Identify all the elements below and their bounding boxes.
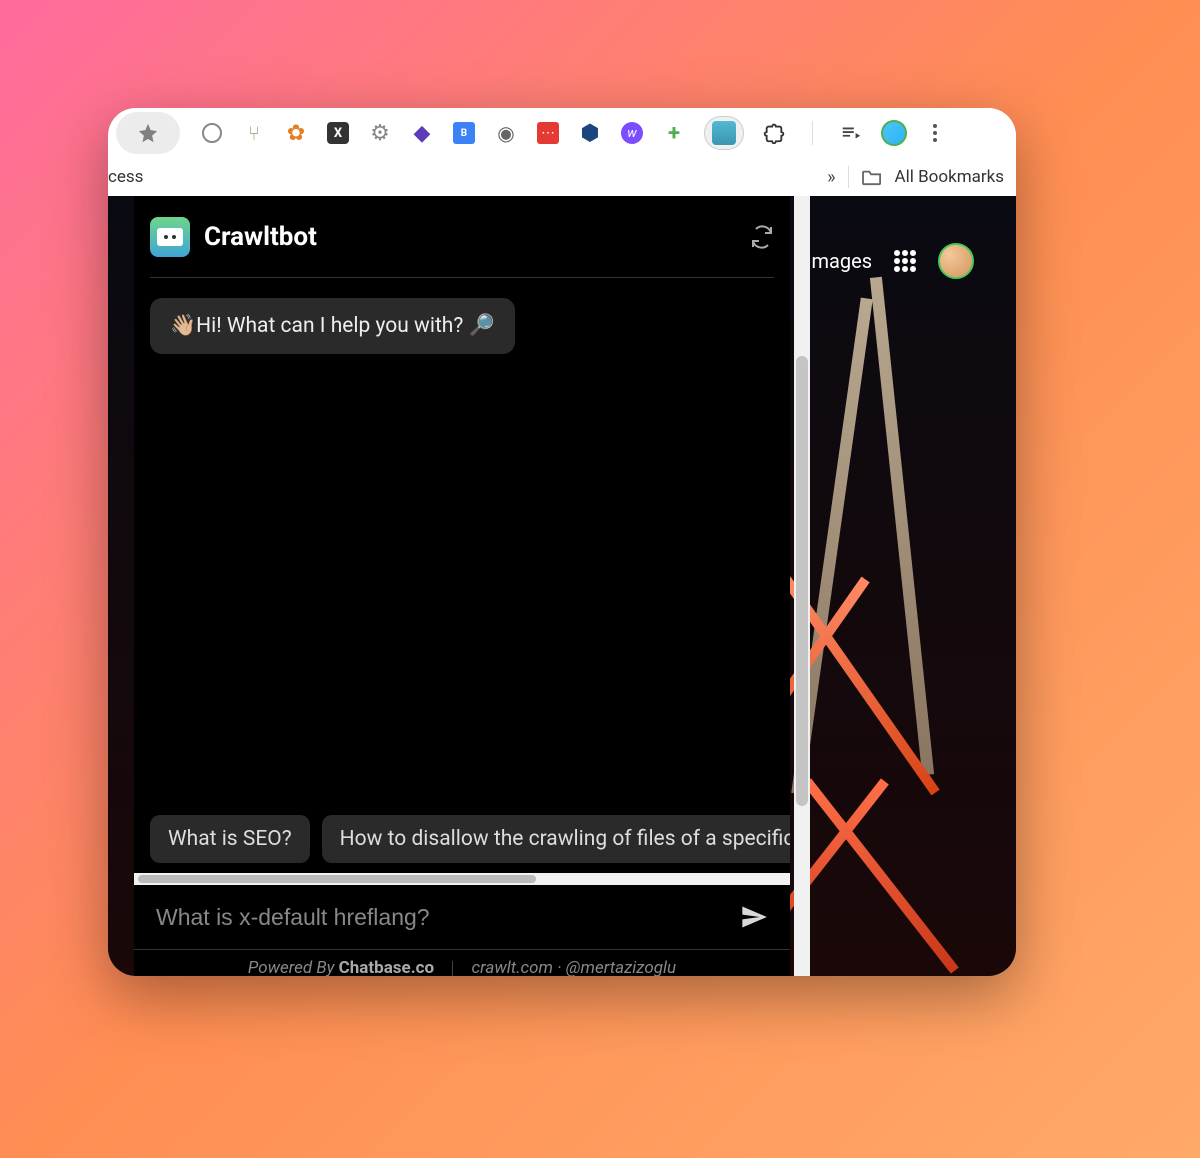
chat-header: Crawltbot bbox=[150, 210, 774, 278]
suggestion-row: What is SEO? How to disallow the crawlin… bbox=[134, 815, 790, 873]
extension-fork-icon[interactable]: ⑂ bbox=[242, 121, 266, 145]
extension-blue-icon[interactable]: B bbox=[452, 121, 476, 145]
bot-message: 👋🏼Hi! What can I help you with? 🔎 bbox=[150, 298, 515, 354]
page-header-right: Images bbox=[806, 238, 1016, 284]
extension-hex-icon[interactable]: ⬢ bbox=[578, 121, 602, 145]
suggestion-chip[interactable]: What is SEO? bbox=[150, 815, 310, 863]
extension-x-icon[interactable]: X bbox=[326, 121, 350, 145]
chat-input-row bbox=[134, 903, 790, 949]
bookmarks-overflow-icon[interactable]: » bbox=[827, 167, 835, 188]
browser-toolbar: ⑂ ✿ X ⚙ ◆ B ◉ ⋯ ⬢ w + bbox=[108, 108, 1016, 158]
separator bbox=[452, 961, 453, 976]
browser-menu-button[interactable] bbox=[925, 124, 945, 142]
profile-avatar[interactable] bbox=[881, 120, 907, 146]
extensions-row: ⑂ ✿ X ⚙ ◆ B ◉ ⋯ ⬢ w + bbox=[200, 116, 1008, 150]
suggestions-scrollbar-thumb[interactable] bbox=[138, 875, 536, 883]
extension-plus-icon[interactable]: + bbox=[662, 121, 686, 145]
send-button[interactable] bbox=[740, 903, 768, 931]
footer-chatbase-link[interactable]: Chatbase.co bbox=[339, 958, 434, 976]
chat-messages: 👋🏼Hi! What can I help you with? 🔎 bbox=[134, 278, 790, 815]
footer-crawlt-link[interactable]: crawlt.com bbox=[471, 958, 553, 976]
send-icon bbox=[740, 903, 768, 931]
refresh-button[interactable] bbox=[750, 225, 774, 249]
chat-input[interactable] bbox=[156, 904, 728, 931]
folder-icon bbox=[861, 168, 883, 186]
suggestions-scrollbar[interactable] bbox=[134, 873, 790, 885]
refresh-icon bbox=[750, 225, 774, 249]
extension-gear-icon[interactable]: ⚙ bbox=[368, 121, 392, 145]
extension-red-icon[interactable]: ⋯ bbox=[536, 121, 560, 145]
chatbot-panel: Crawltbot 👋🏼Hi! What can I help you with… bbox=[134, 196, 790, 976]
robot-icon bbox=[712, 121, 736, 145]
extension-leaf-icon[interactable]: ✿ bbox=[284, 121, 308, 145]
page-content: Images Crawltbot 👋🏼Hi! What can I help y… bbox=[108, 196, 1016, 976]
suggestion-chip[interactable]: How to disallow the crawling of files of… bbox=[322, 815, 790, 863]
page-scrollbar-thumb[interactable] bbox=[796, 356, 808, 806]
extension-pin-icon[interactable]: ◉ bbox=[494, 121, 518, 145]
star-icon bbox=[137, 122, 159, 144]
page-scrollbar[interactable] bbox=[794, 196, 810, 976]
separator bbox=[812, 121, 813, 145]
bookmark-star-button[interactable] bbox=[116, 112, 180, 154]
extension-power-icon[interactable] bbox=[200, 121, 224, 145]
extensions-menu-icon[interactable] bbox=[762, 121, 786, 145]
extension-layers-icon[interactable]: ◆ bbox=[410, 121, 434, 145]
extension-active-crawltbot[interactable] bbox=[704, 116, 744, 150]
account-avatar[interactable] bbox=[938, 243, 974, 279]
chat-title: Crawltbot bbox=[204, 222, 317, 252]
reading-list-icon[interactable] bbox=[839, 121, 863, 145]
browser-window: ⑂ ✿ X ⚙ ◆ B ◉ ⋯ ⬢ w + cess » bbox=[108, 108, 1016, 976]
all-bookmarks-link[interactable]: All Bookmarks bbox=[895, 167, 1004, 187]
separator bbox=[848, 166, 849, 188]
bookmarks-bar: cess » All Bookmarks bbox=[108, 158, 1016, 196]
extension-w-icon[interactable]: w bbox=[620, 121, 644, 145]
footer-author-handle[interactable]: @mertazizoglu bbox=[566, 958, 676, 976]
footer-powered-by: Powered By bbox=[248, 958, 335, 976]
bot-avatar bbox=[150, 217, 190, 257]
apps-grid-icon[interactable] bbox=[894, 250, 916, 272]
images-link[interactable]: Images bbox=[806, 249, 872, 273]
footer-dot: · bbox=[557, 958, 561, 976]
chat-footer: Powered By Chatbase.co crawlt.com · @mer… bbox=[134, 949, 790, 976]
bookmark-partial-text: cess bbox=[108, 167, 143, 187]
